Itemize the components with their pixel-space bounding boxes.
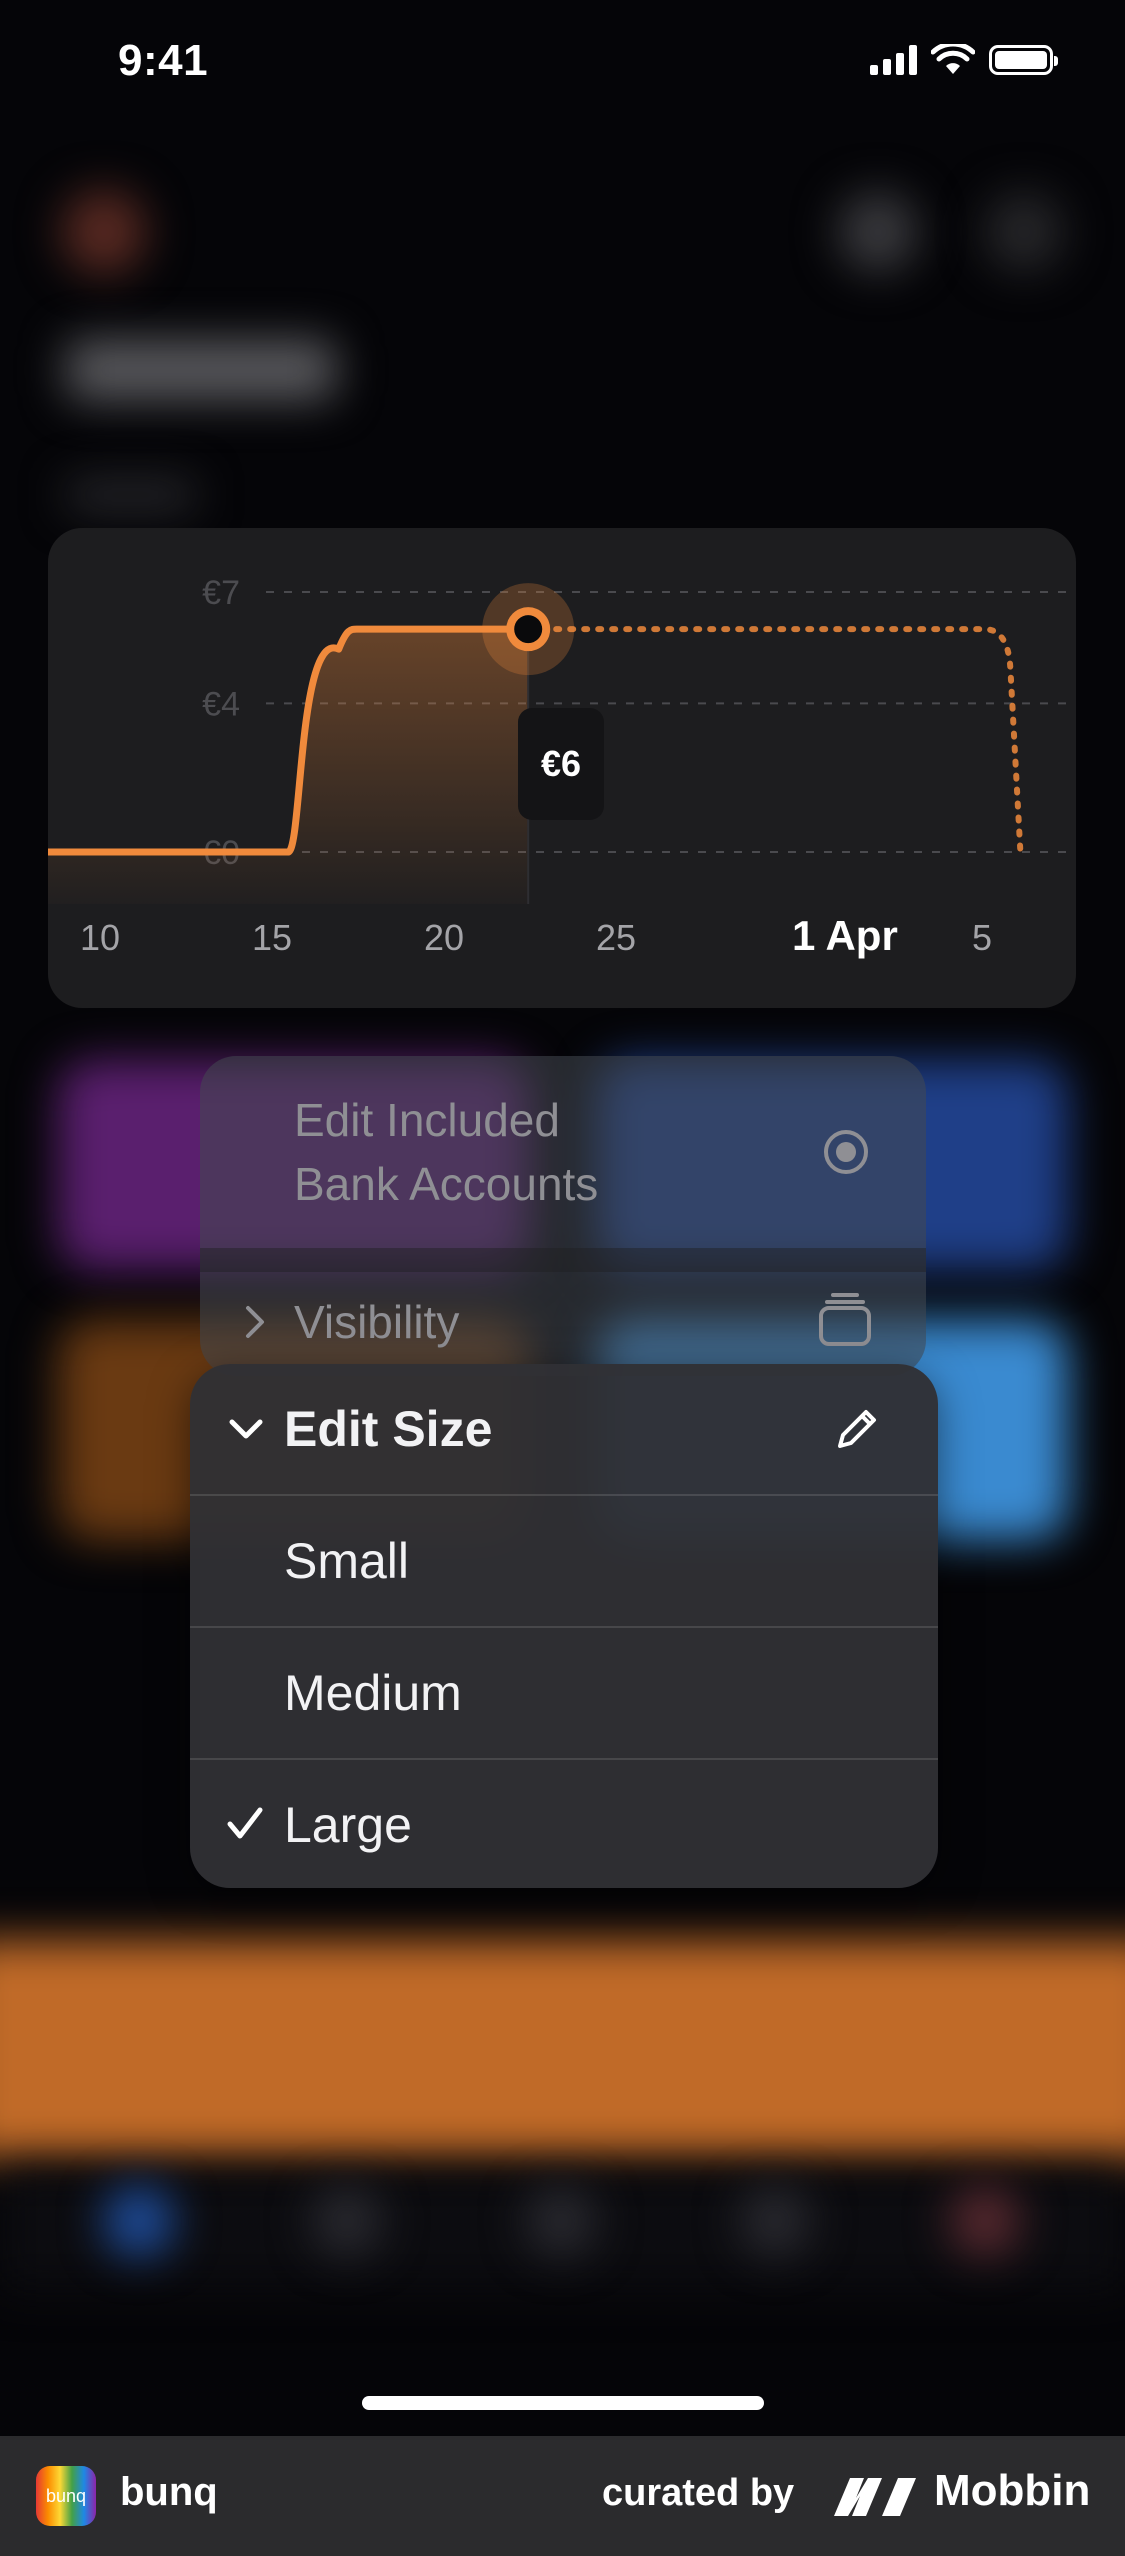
menu-item-edit-bank-accounts: Edit Included Bank Accounts <box>200 1056 926 1248</box>
blurred-icon-button <box>984 192 1064 272</box>
blurred-tab-icon <box>312 2186 382 2256</box>
footer-curated-by: curated by <box>602 2472 795 2514</box>
stack-icon <box>819 1293 871 1346</box>
menu-option-label: Small <box>284 1533 410 1589</box>
footer-app-name: bunq <box>120 2470 218 2514</box>
x-tick-label: 20 <box>424 917 464 958</box>
status-time: 9:41 <box>118 36 209 85</box>
x-tick-label: 1 Apr <box>792 912 898 959</box>
x-tick-label: 5 <box>972 917 992 958</box>
mobbin-logo-icon <box>834 2478 916 2516</box>
wifi-icon <box>931 44 975 74</box>
blurred-orange-banner <box>0 1940 1125 2160</box>
menu-header-label: Edit Size <box>284 1401 493 1457</box>
status-icons <box>870 44 1058 76</box>
chart-tooltip: €6 <box>518 708 604 820</box>
y-tick-label: €7 <box>202 574 240 612</box>
series-area <box>48 629 529 904</box>
x-tick-label: 25 <box>596 917 636 958</box>
blurred-tab-icon <box>526 2186 596 2256</box>
home-indicator <box>362 2396 764 2410</box>
blurred-tab-icon <box>950 2186 1020 2256</box>
menu-option-large[interactable]: Large <box>190 1758 938 1888</box>
menu-item-visibility: Visibility <box>200 1272 926 1376</box>
menu-header-edit-size[interactable]: Edit Size <box>190 1364 938 1494</box>
blurred-tab-icon <box>104 2186 174 2256</box>
blurred-tab-icon <box>740 2186 810 2256</box>
menu-option-label: Medium <box>284 1665 462 1721</box>
selected-point <box>514 615 543 644</box>
menu-option-small[interactable]: Small <box>190 1494 938 1624</box>
blurred-icon-button <box>838 192 918 272</box>
blurred-subtitle <box>66 480 196 510</box>
bunq-app-icon: bunq <box>36 2466 96 2526</box>
x-tick-label: 10 <box>80 917 120 958</box>
menu-item-label: Visibility <box>294 1296 460 1348</box>
checkmark-icon <box>227 1807 263 1839</box>
cellular-signal-icon <box>870 45 917 75</box>
context-menu-background: Edit Included Bank Accounts Visibility <box>200 1056 926 1376</box>
footer-bar: bunq bunq curated by Mobbin <box>0 2436 1125 2556</box>
blurred-avatar <box>62 190 146 274</box>
edit-size-menu: Edit Size Small Medium Large <box>190 1364 938 1888</box>
target-icon <box>824 1130 868 1174</box>
menu-item-label: Edit Included Bank Accounts <box>294 1094 599 1210</box>
footer-brand: Mobbin <box>934 2466 1091 2515</box>
menu-separator <box>200 1248 926 1272</box>
menu-option-label: Large <box>284 1797 412 1853</box>
menu-option-medium[interactable]: Medium <box>190 1626 938 1756</box>
y-tick-label: €4 <box>202 685 240 723</box>
pencil-icon <box>838 1410 876 1448</box>
blurred-title <box>66 340 336 400</box>
battery-icon <box>989 45 1058 75</box>
chevron-down-icon <box>229 1419 263 1439</box>
chevron-right-icon <box>246 1306 264 1338</box>
x-tick-label: 15 <box>252 917 292 958</box>
